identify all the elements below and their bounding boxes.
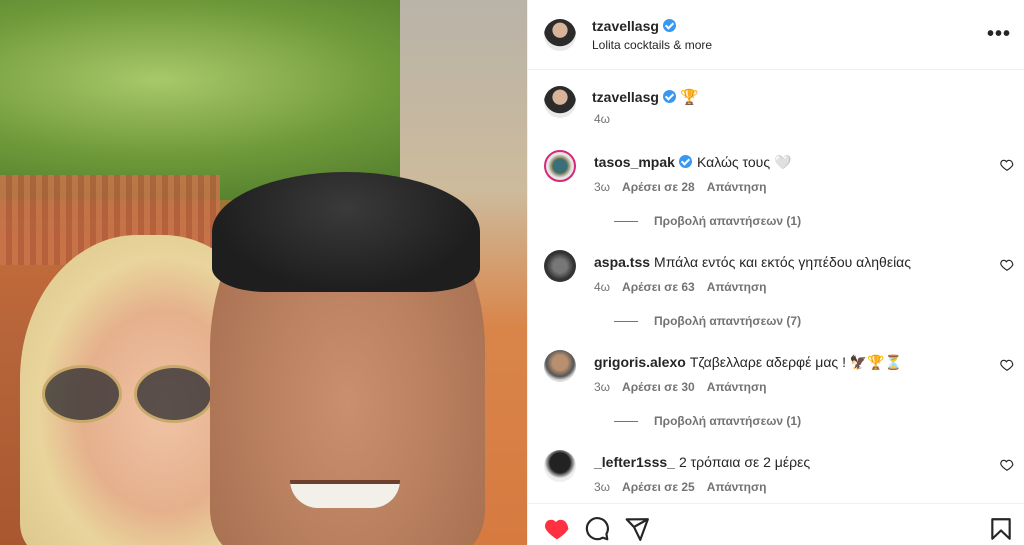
comment-item: _lefter1sss_ 2 τρόπαια σε 2 μέρες 3ω Αρέσε…: [544, 450, 1014, 510]
comment-meta: 4ω Αρέσει σε 63 Απάντηση: [594, 280, 779, 294]
heart-icon[interactable]: [544, 516, 570, 542]
view-replies-button[interactable]: Προβολή απαντήσεων (1): [614, 214, 801, 228]
comment-avatar[interactable]: [544, 150, 576, 182]
comment-meta: 3ω Αρέσει σε 30 Απάντηση: [594, 380, 779, 394]
post-sidebar: tzavellasg Lolita cocktails & more ••• t…: [527, 0, 1024, 545]
verified-icon: [662, 19, 676, 32]
reply-button[interactable]: Απάντηση: [707, 380, 767, 394]
bookmark-icon[interactable]: [988, 516, 1014, 542]
heart-icon[interactable]: [1000, 158, 1014, 172]
more-icon[interactable]: •••: [987, 24, 1011, 44]
photo-hair: [212, 172, 480, 292]
comment-username[interactable]: grigoris.alexo: [594, 354, 686, 370]
caption-text: 🏆: [679, 89, 699, 106]
heart-icon[interactable]: [1000, 458, 1014, 472]
comment-username[interactable]: aspa.tss: [594, 254, 650, 270]
share-icon[interactable]: [624, 516, 650, 542]
reply-button[interactable]: Απάντηση: [707, 480, 767, 494]
comment-item: grigoris.alexo Τζαβελλαρε αδερφέ μας ! 🦅🏆…: [544, 350, 1014, 428]
comment-time[interactable]: 3ω: [594, 380, 610, 394]
comment-item: tasos_mpak Καλώς τους 🤍 3ω Αρέσει σε 28 Απά…: [544, 150, 1014, 228]
comment-time[interactable]: 3ω: [594, 180, 610, 194]
comment-username[interactable]: _lefter1sss_: [594, 454, 675, 470]
comment-icon[interactable]: [584, 516, 610, 542]
post-actions: [528, 503, 1024, 545]
comment-text-row: grigoris.alexo Τζαβελλαρε αδερφέ μας ! 🦅🏆…: [594, 354, 902, 371]
comment-likes[interactable]: Αρέσει σε 25: [622, 480, 695, 494]
comment-likes[interactable]: Αρέσει σε 30: [622, 380, 695, 394]
photo-sunglasses: [42, 365, 217, 425]
post-location[interactable]: Lolita cocktails & more: [592, 38, 712, 52]
comment-likes[interactable]: Αρέσει σε 63: [622, 280, 695, 294]
heart-icon[interactable]: [1000, 358, 1014, 372]
comment-avatar[interactable]: [544, 350, 576, 382]
comment-text: 2 τρόπαια σε 2 μέρες: [678, 454, 811, 470]
comment-time[interactable]: 3ω: [594, 480, 610, 494]
comment-meta: 3ω Αρέσει σε 25 Απάντηση: [594, 480, 779, 494]
comment-text: Μπάλα εντός και εκτός γηπέδου αληθείας: [654, 254, 912, 270]
comment-likes[interactable]: Αρέσει σε 28: [622, 180, 695, 194]
caption-avatar[interactable]: [544, 86, 576, 118]
caption-username[interactable]: tzavellasg: [592, 89, 659, 105]
comment-text: Καλώς τους 🤍: [696, 154, 792, 170]
photo-smile: [290, 480, 400, 508]
verified-icon: [678, 155, 692, 168]
comment-text-row: _lefter1sss_ 2 τρόπαια σε 2 μέρες: [594, 454, 810, 470]
reply-button[interactable]: Απάντηση: [707, 180, 767, 194]
post-photo[interactable]: [0, 0, 527, 545]
comment-text: Τζαβελλαρε αδερφέ μας ! 🦅🏆⏳: [689, 354, 903, 370]
view-replies-button[interactable]: Προβολή απαντήσεων (1): [614, 414, 801, 428]
comment-avatar[interactable]: [544, 250, 576, 282]
reply-button[interactable]: Απάντηση: [707, 280, 767, 294]
comment-item: aspa.tss Μπάλα εντός και εκτός γηπέδου αλ…: [544, 250, 1014, 328]
comment-username[interactable]: tasos_mpak: [594, 154, 675, 170]
view-replies-button[interactable]: Προβολή απαντήσεων (7): [614, 314, 801, 328]
heart-icon[interactable]: [1000, 258, 1014, 272]
author-row: tzavellasg: [592, 18, 676, 36]
caption-time[interactable]: 4ω: [594, 112, 610, 126]
verified-icon: [662, 90, 676, 103]
comment-meta: 3ω Αρέσει σε 28 Απάντηση: [594, 180, 779, 194]
comment-time[interactable]: 4ω: [594, 280, 610, 294]
caption-row: tzavellasg 🏆: [592, 88, 699, 107]
author-username[interactable]: tzavellasg: [592, 18, 659, 34]
post-header: tzavellasg Lolita cocktails & more •••: [528, 0, 1024, 70]
comment-avatar[interactable]: [544, 450, 576, 482]
comment-text-row: aspa.tss Μπάλα εντός και εκτός γηπέδου αλ…: [594, 254, 911, 270]
author-avatar[interactable]: [544, 19, 576, 51]
comment-text-row: tasos_mpak Καλώς τους 🤍: [594, 154, 791, 171]
